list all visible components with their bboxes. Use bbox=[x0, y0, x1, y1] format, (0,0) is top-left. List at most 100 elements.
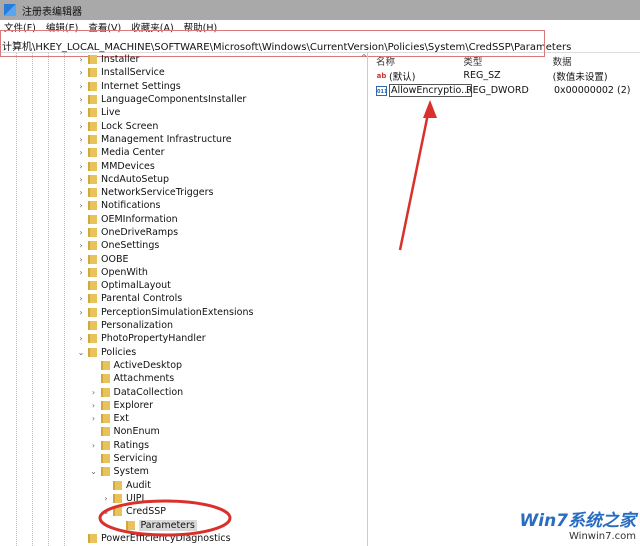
chevron-right-icon[interactable]: › bbox=[76, 122, 86, 131]
chevron-right-icon[interactable]: › bbox=[76, 241, 86, 250]
tree-node[interactable]: PowerEfficiencyDiagnostics bbox=[0, 532, 362, 545]
tree-node-label: Ext bbox=[113, 413, 129, 425]
tree-node[interactable]: ActiveDesktop bbox=[0, 359, 362, 372]
col-name[interactable]: 名称 bbox=[370, 54, 463, 68]
chevron-right-icon[interactable]: › bbox=[76, 308, 86, 317]
value-name-edit[interactable]: AllowEncryptio... bbox=[389, 84, 473, 97]
chevron-right-icon[interactable]: › bbox=[89, 401, 99, 410]
folder-icon bbox=[100, 454, 110, 464]
tree-node-label: Explorer bbox=[113, 399, 154, 411]
watermark: Win7系统之家 Winwin7.com bbox=[519, 506, 636, 542]
chevron-right-icon[interactable]: › bbox=[76, 108, 86, 117]
tree-node[interactable]: › DataCollection bbox=[0, 385, 362, 398]
tree-node[interactable]: OptimalLayout bbox=[0, 279, 362, 292]
tree-node[interactable]: › Media Center bbox=[0, 146, 362, 159]
window-title: 注册表编辑器 bbox=[22, 6, 82, 18]
tree-node[interactable]: › InstallService bbox=[0, 66, 362, 79]
tree-node[interactable]: › OneSettings bbox=[0, 239, 362, 252]
value-row[interactable]: ab (默认) REG_SZ (数值未设置) bbox=[370, 68, 640, 83]
tree-node-label: Ratings bbox=[113, 439, 150, 451]
folder-icon bbox=[88, 241, 97, 251]
tree-node[interactable]: › MMDevices bbox=[0, 159, 362, 172]
tree-node[interactable]: › Explorer bbox=[0, 399, 362, 412]
tree-node[interactable]: › LanguageComponentsInstaller bbox=[0, 93, 362, 106]
tree-node[interactable]: ⌄ Policies bbox=[0, 346, 362, 359]
tree-node[interactable]: Parameters bbox=[0, 518, 362, 531]
tree-node[interactable]: › Parental Controls bbox=[0, 292, 362, 305]
chevron-right-icon[interactable]: › bbox=[89, 414, 99, 423]
tree-node[interactable]: Personalization bbox=[0, 319, 362, 332]
tree-node-label: LanguageComponentsInstaller bbox=[101, 94, 247, 106]
folder-icon bbox=[88, 55, 97, 65]
tree-node[interactable]: › Ratings bbox=[0, 439, 362, 452]
tree-node[interactable]: › Notifications bbox=[0, 199, 362, 212]
values-header: 名称 类型 数据 bbox=[370, 53, 640, 68]
tree-node-label: UIPI bbox=[126, 492, 145, 504]
tree-node[interactable]: Audit bbox=[0, 479, 362, 492]
tree-node[interactable]: OEMInformation bbox=[0, 213, 362, 226]
tree-node-label: OneDriveRamps bbox=[101, 227, 179, 238]
chevron-down-icon[interactable]: ⌄ bbox=[101, 507, 111, 516]
tree-node[interactable]: › Ext bbox=[0, 412, 362, 425]
tree-node[interactable]: › Installer bbox=[0, 53, 362, 66]
tree-node[interactable]: › PerceptionSimulationExtensions bbox=[0, 306, 362, 319]
folder-icon bbox=[88, 533, 97, 543]
tree-node[interactable]: › Lock Screen bbox=[0, 119, 362, 132]
tree-node[interactable]: › OneDriveRamps bbox=[0, 226, 362, 239]
chevron-right-icon[interactable]: › bbox=[76, 162, 86, 171]
tree-node[interactable]: › OpenWith bbox=[0, 266, 362, 279]
tree-node[interactable]: › NcdAutoSetup bbox=[0, 173, 362, 186]
string-value-icon: ab bbox=[376, 71, 387, 80]
tree-node[interactable]: › Management Infrastructure bbox=[0, 133, 362, 146]
tree-node-label: Servicing bbox=[113, 453, 158, 465]
chevron-right-icon[interactable]: › bbox=[76, 334, 86, 343]
chevron-right-icon[interactable]: › bbox=[76, 201, 86, 210]
tree-node[interactable]: › Live bbox=[0, 106, 362, 119]
chevron-right-icon[interactable]: › bbox=[76, 255, 86, 264]
col-data[interactable]: 数据 bbox=[553, 54, 640, 68]
tree-node-label: MMDevices bbox=[101, 160, 155, 172]
tree-node[interactable]: › UIPI bbox=[0, 492, 362, 505]
chevron-right-icon[interactable]: › bbox=[76, 268, 86, 277]
folder-icon bbox=[88, 334, 97, 344]
tree-node[interactable]: › NetworkServiceTriggers bbox=[0, 186, 362, 199]
value-data: 0x00000002 (2) bbox=[553, 85, 631, 96]
chevron-right-icon[interactable]: › bbox=[76, 188, 86, 197]
chevron-right-icon[interactable]: › bbox=[89, 441, 99, 450]
chevron-right-icon[interactable]: › bbox=[76, 175, 86, 184]
tree-node[interactable]: Attachments bbox=[0, 372, 362, 385]
chevron-right-icon[interactable]: › bbox=[101, 494, 111, 503]
chevron-right-icon[interactable]: › bbox=[76, 82, 86, 91]
value-row[interactable]: 011 AllowEncryptio... REG_DWORD 0x0000000… bbox=[370, 83, 640, 98]
tree-node[interactable]: ⌄ CredSSP bbox=[0, 505, 362, 518]
folder-icon bbox=[88, 321, 97, 331]
folder-icon bbox=[100, 440, 110, 450]
tree-node-label: Personalization bbox=[101, 320, 174, 332]
value-data: (数值未设置) bbox=[552, 71, 608, 83]
tree-node[interactable]: › OOBE bbox=[0, 252, 362, 265]
chevron-right-icon[interactable]: › bbox=[76, 55, 86, 64]
chevron-down-icon[interactable]: ⌄ bbox=[89, 467, 99, 476]
tree-node-label: InstallService bbox=[101, 67, 165, 79]
tree-node-label: PhotoPropertyHandler bbox=[101, 333, 206, 345]
tree-node[interactable]: ⌄ System bbox=[0, 465, 362, 478]
col-type[interactable]: 类型 bbox=[463, 54, 552, 68]
tree-node[interactable]: › PhotoPropertyHandler bbox=[0, 332, 362, 345]
chevron-down-icon[interactable]: ⌄ bbox=[76, 348, 86, 357]
chevron-right-icon[interactable]: › bbox=[76, 148, 86, 157]
folder-icon bbox=[100, 374, 110, 384]
tree-node[interactable]: Servicing bbox=[0, 452, 362, 465]
watermark-brand: Win7系统之家 bbox=[519, 511, 636, 531]
tree-node[interactable]: › Internet Settings bbox=[0, 80, 362, 93]
chevron-right-icon[interactable]: › bbox=[76, 228, 86, 237]
folder-icon bbox=[100, 467, 110, 477]
chevron-right-icon[interactable]: › bbox=[76, 68, 86, 77]
tree-scrollbar[interactable]: ^ bbox=[360, 53, 367, 546]
chevron-right-icon[interactable]: › bbox=[89, 388, 99, 397]
tree-node-label: CredSSP bbox=[126, 506, 166, 518]
tree-node[interactable]: NonEnum bbox=[0, 425, 362, 438]
folder-icon bbox=[88, 201, 97, 211]
chevron-right-icon[interactable]: › bbox=[76, 95, 86, 104]
chevron-right-icon[interactable]: › bbox=[76, 135, 86, 144]
chevron-right-icon[interactable]: › bbox=[76, 294, 86, 303]
